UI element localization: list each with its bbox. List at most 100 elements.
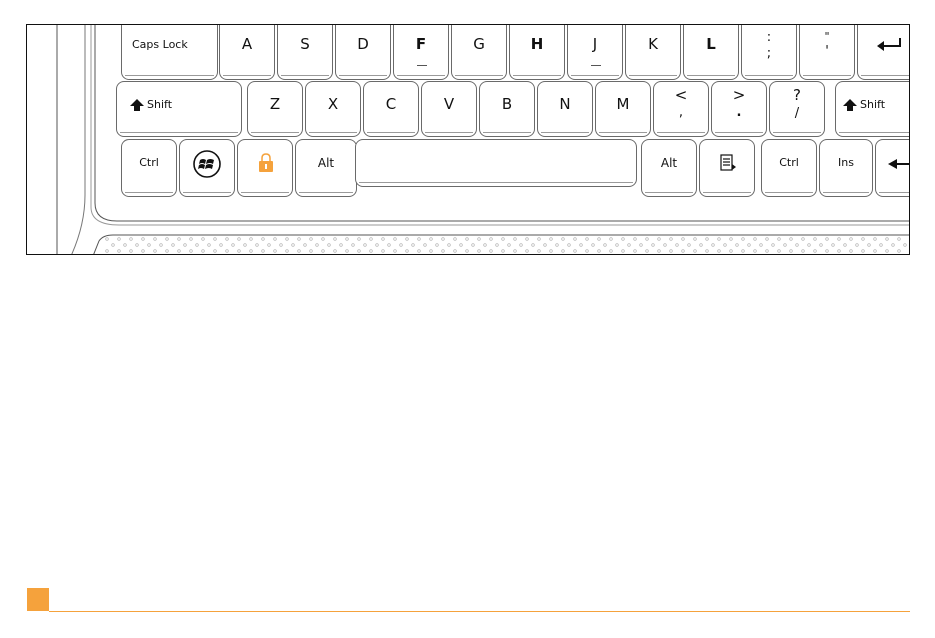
key-z[interactable]: Z — [247, 81, 303, 137]
palm-rest-dot — [447, 243, 451, 247]
palm-rest-dot — [573, 249, 577, 253]
palm-rest-dot — [177, 249, 181, 253]
key-left-alt[interactable]: Alt — [295, 139, 357, 197]
key-right-alt[interactable]: Alt — [641, 139, 697, 197]
palm-rest-dot — [537, 237, 541, 241]
key-j[interactable]: J — [567, 25, 623, 80]
palm-rest-dot — [141, 237, 145, 241]
palm-rest-dot — [801, 237, 805, 241]
palm-rest-dot — [753, 237, 757, 241]
palm-rest-dot — [873, 237, 877, 241]
palm-rest-dot — [657, 249, 661, 253]
palm-rest-dot — [411, 243, 415, 247]
key-b[interactable]: B — [479, 81, 535, 137]
key-label-bottom: / — [794, 106, 800, 121]
key-period[interactable]: > . — [711, 81, 767, 137]
palm-rest-dot — [357, 249, 361, 253]
palm-rest-dot — [681, 237, 685, 241]
palm-rest-dot — [549, 249, 553, 253]
key-label-bottom: , — [678, 105, 684, 120]
palm-rest-dot — [633, 249, 637, 253]
key-comma[interactable]: < , — [653, 81, 709, 137]
key-label: Ctrl — [779, 156, 799, 169]
palm-rest-dot — [291, 243, 295, 247]
palm-rest-dot — [777, 237, 781, 241]
palm-rest-dot — [117, 249, 121, 253]
key-h[interactable]: H — [509, 25, 565, 80]
palm-rest-dot — [837, 249, 841, 253]
palm-rest-dot — [897, 249, 901, 253]
key-g[interactable]: G — [451, 25, 507, 80]
palm-rest-dot — [897, 237, 901, 241]
palm-rest-dot — [435, 243, 439, 247]
palm-rest-dot — [783, 243, 787, 247]
palm-rest-dot — [657, 237, 661, 241]
key-space[interactable] — [355, 139, 637, 187]
key-windows[interactable] — [179, 139, 235, 197]
palm-rest-dot — [747, 243, 751, 247]
palm-rest-dot — [279, 243, 283, 247]
key-label-top: " — [824, 30, 830, 43]
menu-icon — [720, 154, 736, 171]
key-label: N — [559, 95, 571, 113]
palm-rest-dot — [459, 243, 463, 247]
palm-rest-dot — [885, 237, 889, 241]
key-label: J — [592, 35, 598, 53]
palm-rest-dot — [249, 249, 253, 253]
key-m[interactable]: M — [595, 81, 651, 137]
key-left-arrow[interactable] — [875, 139, 909, 197]
palm-rest-dot — [627, 243, 631, 247]
key-a[interactable]: A — [219, 25, 275, 80]
palm-rest-dot — [525, 237, 529, 241]
key-ins[interactable]: Ins — [819, 139, 873, 197]
palm-rest-dot — [519, 243, 523, 247]
palm-rest-dot — [147, 243, 151, 247]
key-label: A — [241, 35, 253, 53]
palm-rest-dot — [321, 249, 325, 253]
palm-rest-dot — [297, 249, 301, 253]
palm-rest-dot — [609, 249, 613, 253]
home-row-bump — [417, 65, 427, 66]
key-n[interactable]: N — [537, 81, 593, 137]
key-x[interactable]: X — [305, 81, 361, 137]
palm-rest-dot — [381, 237, 385, 241]
key-right-shift[interactable]: Shift — [835, 81, 909, 137]
key-right-ctrl[interactable]: Ctrl — [761, 139, 817, 197]
key-caps-lock[interactable]: Caps Lock — [121, 25, 218, 80]
key-enter[interactable]: E — [857, 25, 909, 80]
palm-rest-dot — [441, 249, 445, 253]
palm-rest-dot — [741, 249, 745, 253]
palm-rest-dot — [345, 237, 349, 241]
key-slash[interactable]: ? / — [769, 81, 825, 137]
key-l[interactable]: L — [683, 25, 739, 80]
key-quote[interactable]: " ' — [799, 25, 855, 80]
key-c[interactable]: C — [363, 81, 419, 137]
palm-rest-dot — [177, 237, 181, 241]
key-label-bottom: ' — [825, 44, 829, 59]
key-f[interactable]: F — [393, 25, 449, 80]
palm-rest-dot — [495, 243, 499, 247]
key-label: Ins — [838, 156, 854, 169]
palm-rest-dot — [483, 243, 487, 247]
key-label-top: < — [674, 86, 688, 104]
palm-rest-dot — [351, 243, 355, 247]
key-menu[interactable] — [699, 139, 755, 197]
palm-rest-dot — [711, 243, 715, 247]
key-s[interactable]: S — [277, 25, 333, 80]
palm-rest-dot — [687, 243, 691, 247]
key-semicolon[interactable]: : ; — [741, 25, 797, 80]
palm-rest-dot — [681, 249, 685, 253]
palm-rest-dot — [393, 249, 397, 253]
palm-rest-dot — [201, 237, 205, 241]
palm-rest-dot — [303, 243, 307, 247]
shift-arrow-icon — [843, 99, 857, 111]
key-k[interactable]: K — [625, 25, 681, 80]
key-v[interactable]: V — [421, 81, 477, 137]
key-left-shift[interactable]: Shift — [116, 81, 242, 137]
palm-rest-dot — [237, 249, 241, 253]
key-lock[interactable] — [237, 139, 293, 197]
key-d[interactable]: D — [335, 25, 391, 80]
key-left-ctrl[interactable]: Ctrl — [121, 139, 177, 197]
palm-rest-dot — [153, 237, 157, 241]
palm-rest-dot — [309, 249, 313, 253]
